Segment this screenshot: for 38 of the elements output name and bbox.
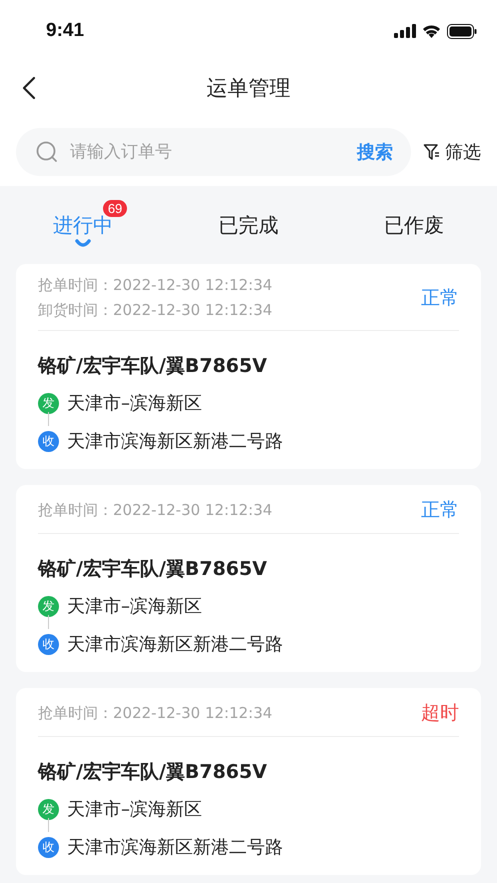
filter-icon (423, 143, 441, 161)
order-card[interactable]: 抢单时间：2022-12-30 12:12:34 正常 铬矿/宏宇车队/翼B7865V 发 天津市–滨海新区 收 天津市滨海新区新港二号路 (16, 485, 481, 672)
stop-marker: 发 (38, 798, 59, 820)
count-badge: 69 (102, 200, 128, 217)
status-text: 超时 (421, 701, 459, 726)
tab[interactable]: 已完成 (218, 212, 278, 238)
stop-marker: 收 (38, 836, 59, 858)
time-text: 抢单时间：2022-12-30 12:12:34 (38, 500, 272, 520)
signal-icon (394, 24, 416, 38)
filter-button[interactable]: 筛选 (423, 140, 481, 164)
search-icon (36, 141, 58, 163)
address-text: 天津市–滨海新区 (67, 798, 202, 821)
tab[interactable]: 已作废 (384, 212, 444, 238)
order-card[interactable]: 抢单时间：2022-12-30 12:12:34 超时 铬矿/宏宇车队/翼B7865V 发 天津市–滨海新区 收 天津市滨海新区新港二号路 (16, 688, 481, 875)
order-card[interactable]: 抢单时间：2022-12-30 12:12:34 卸货时间：2022-12-30 12:12:34 正常 铬矿/宏宇车队/翼B7865V 发 天津市–滨海新区 收 天津市滨海新区新港二号路 (16, 264, 481, 469)
stop-marker: 发 (38, 392, 59, 414)
status-time: 9:41 (46, 20, 84, 42)
status-text: 正常 (421, 498, 459, 523)
tab-indicator (74, 239, 91, 247)
stop-marker: 收 (38, 430, 59, 452)
address-text: 天津市滨海新区新港二号路 (67, 430, 283, 453)
stop-marker: 发 (38, 596, 59, 616)
time-text: 抢单时间：2022-12-30 12:12:34 (38, 704, 272, 722)
order-title: 铬矿/宏宇车队/翼B7865V (38, 557, 268, 582)
battery-icon (447, 24, 477, 38)
order-title: 铬矿/宏宇车队/翼B7865V (38, 760, 268, 785)
wifi-icon (422, 24, 441, 38)
time-text: 抢单时间：2022-12-30 12:12:34 (38, 276, 272, 295)
back-icon[interactable] (22, 76, 36, 100)
time-text: 卸货时间：2022-12-30 12:12:34 (38, 301, 272, 320)
page-title: 运单管理 (206, 75, 290, 102)
address-text: 天津市–滨海新区 (67, 595, 202, 618)
order-title: 铬矿/宏宇车队/翼B7865V (38, 354, 268, 379)
address-text: 天津市滨海新区新港二号路 (67, 836, 283, 859)
stop-marker: 收 (38, 634, 59, 654)
status-text: 正常 (421, 286, 459, 311)
address-text: 天津市–滨海新区 (67, 392, 202, 415)
address-text: 天津市滨海新区新港二号路 (67, 633, 283, 656)
